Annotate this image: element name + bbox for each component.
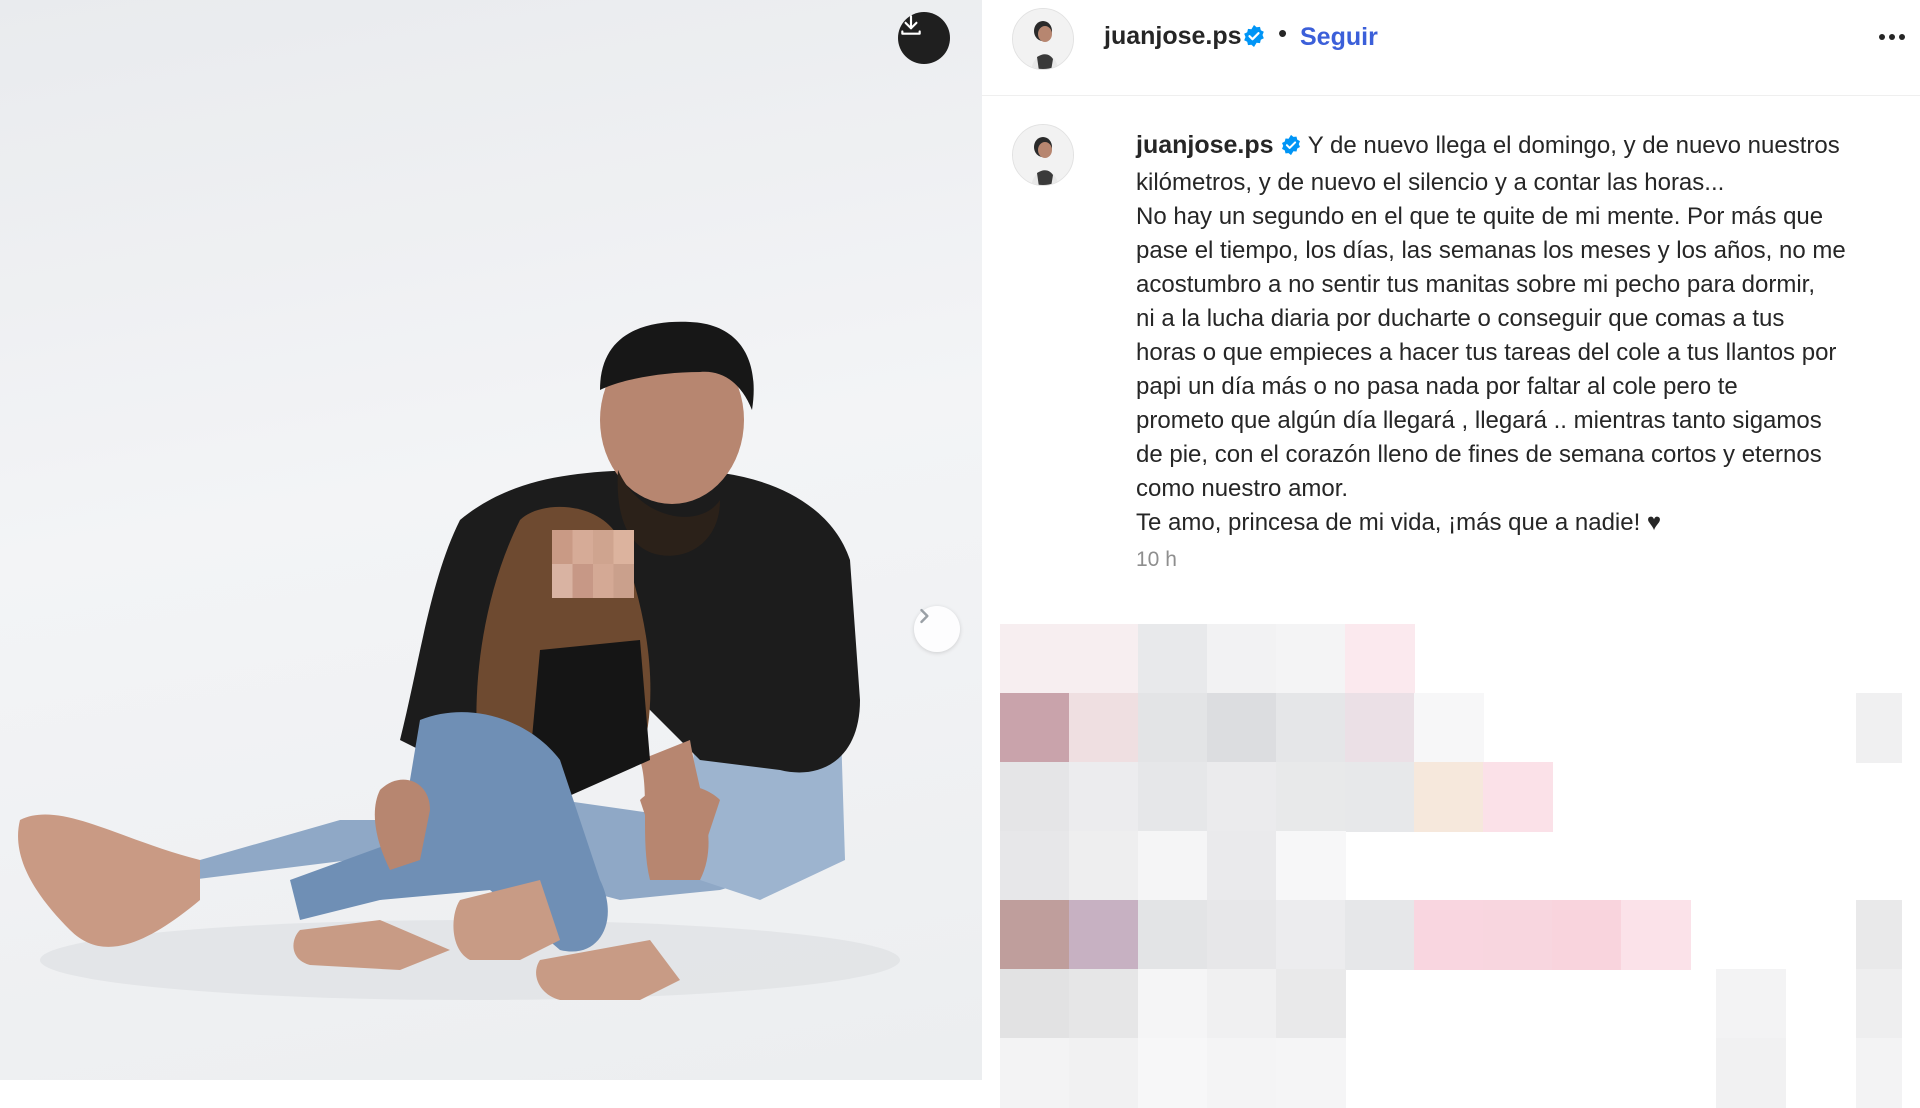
pixel-block: [1207, 969, 1277, 1039]
caption-line-1: juanjose.ps Y de nuevo llega el domingo,…: [1136, 128, 1906, 166]
pixel-block: [1207, 693, 1277, 763]
pixel-block: [1069, 1038, 1139, 1108]
pixel-block: [1483, 900, 1553, 970]
pixel-block: [1276, 624, 1346, 694]
pixel-block: [1716, 969, 1786, 1039]
caption-username[interactable]: juanjose.ps: [1136, 131, 1274, 159]
pixel-block: [1069, 762, 1139, 832]
caption-text-line: pase el tiempo, los días, las semanas lo…: [1136, 237, 1846, 264]
pixel-block: [1276, 762, 1346, 832]
pixel-block: [1621, 900, 1691, 970]
download-button[interactable]: [898, 12, 950, 64]
caption-text-line: horas o que empieces a hacer tus tareas …: [1136, 339, 1837, 366]
pixel-block: [1207, 762, 1277, 832]
separator-dot: •: [1278, 18, 1288, 48]
pixel-block: [1138, 831, 1208, 901]
caption-text-line: Te amo, princesa de mi vida, ¡más que a …: [1136, 509, 1662, 536]
pixelated-comments: [1000, 624, 1920, 1108]
post-photo[interactable]: [0, 0, 982, 1080]
pixel-block: [1138, 693, 1208, 763]
pixel-block: [1345, 900, 1415, 970]
pixel-block: [1000, 1038, 1070, 1108]
photo-illustration: [18, 321, 900, 1000]
pixel-block: [1069, 831, 1139, 901]
pixel-block: [1345, 762, 1415, 832]
pixel-block: [1276, 693, 1346, 763]
pixel-block: [1069, 900, 1139, 970]
author-username[interactable]: juanjose.ps: [1104, 22, 1242, 51]
pixel-block: [1552, 900, 1622, 970]
post-header: juanjose.ps • Seguir: [982, 0, 1920, 96]
pixel-block: [1138, 1038, 1208, 1108]
caption-text-line: ni a la lucha diaria por ducharte o cons…: [1136, 305, 1785, 332]
pixel-block: [1716, 1038, 1786, 1108]
pixel-block: [1414, 900, 1484, 970]
pixel-block: [1856, 1038, 1902, 1108]
follow-button[interactable]: Seguir: [1300, 23, 1378, 52]
blurred-face: [552, 530, 634, 598]
verified-badge-icon: [1280, 132, 1302, 166]
caption-text-line: No hay un segundo en el que te quite de …: [1136, 203, 1824, 230]
pixel-block: [1069, 969, 1139, 1039]
pixel-block: [1138, 900, 1208, 970]
caption-avatar[interactable]: [1012, 124, 1074, 186]
pixel-block: [1000, 693, 1070, 763]
caption-text-line: Y de nuevo llega el domingo, y de nuevo …: [1307, 132, 1840, 159]
caption-text-line: acostumbro a no sentir tus manitas sobre…: [1136, 271, 1815, 298]
pixel-block: [1414, 693, 1484, 763]
pixel-block: [1000, 900, 1070, 970]
post-timestamp[interactable]: 10 h: [1136, 548, 1177, 572]
pixel-block: [1345, 624, 1415, 694]
pixel-block: [1276, 831, 1346, 901]
author-avatar[interactable]: [1012, 8, 1074, 70]
pixel-block: [1138, 969, 1208, 1039]
pixel-block: [1000, 831, 1070, 901]
pixel-block: [1345, 693, 1415, 763]
pixel-block: [1069, 624, 1139, 694]
pixel-block: [1069, 693, 1139, 763]
pixel-block: [1856, 969, 1902, 1039]
pixel-block: [1207, 1038, 1277, 1108]
pixel-block: [1000, 762, 1070, 832]
caption-text-line: como nuestro amor.: [1136, 475, 1349, 502]
post-details-panel: juanjose.ps • Seguir juanjose.ps Y de nu…: [982, 0, 1920, 1108]
pixel-block: [1000, 624, 1070, 694]
caption-text-line: papi un día más o no pasa nada por falta…: [1136, 373, 1738, 400]
pixel-block: [1276, 969, 1346, 1039]
pixel-block: [1207, 831, 1277, 901]
caption-text-line: de pie, con el corazón lleno de fines de…: [1136, 441, 1822, 468]
pixel-block: [1276, 1038, 1346, 1108]
pixel-block: [1207, 900, 1277, 970]
pixel-block: [1138, 762, 1208, 832]
caption-text: juanjose.ps Y de nuevo llega el domingo,…: [1136, 128, 1906, 540]
pixel-block: [1138, 624, 1208, 694]
pixel-block: [1207, 624, 1277, 694]
pixel-block: [1856, 693, 1902, 763]
verified-badge-icon: [1242, 24, 1266, 53]
pixel-block: [1483, 762, 1553, 832]
pixel-block: [1000, 969, 1070, 1039]
caption-text-line: prometo que algún día llegará , llegará …: [1136, 407, 1822, 434]
more-options-icon[interactable]: [1874, 22, 1910, 52]
next-photo-button[interactable]: [914, 606, 960, 652]
caption-text-line: kilómetros, y de nuevo el silencio y a c…: [1136, 169, 1725, 196]
pixel-block: [1276, 900, 1346, 970]
pixel-block: [1856, 900, 1902, 970]
pixel-block: [1414, 762, 1484, 832]
